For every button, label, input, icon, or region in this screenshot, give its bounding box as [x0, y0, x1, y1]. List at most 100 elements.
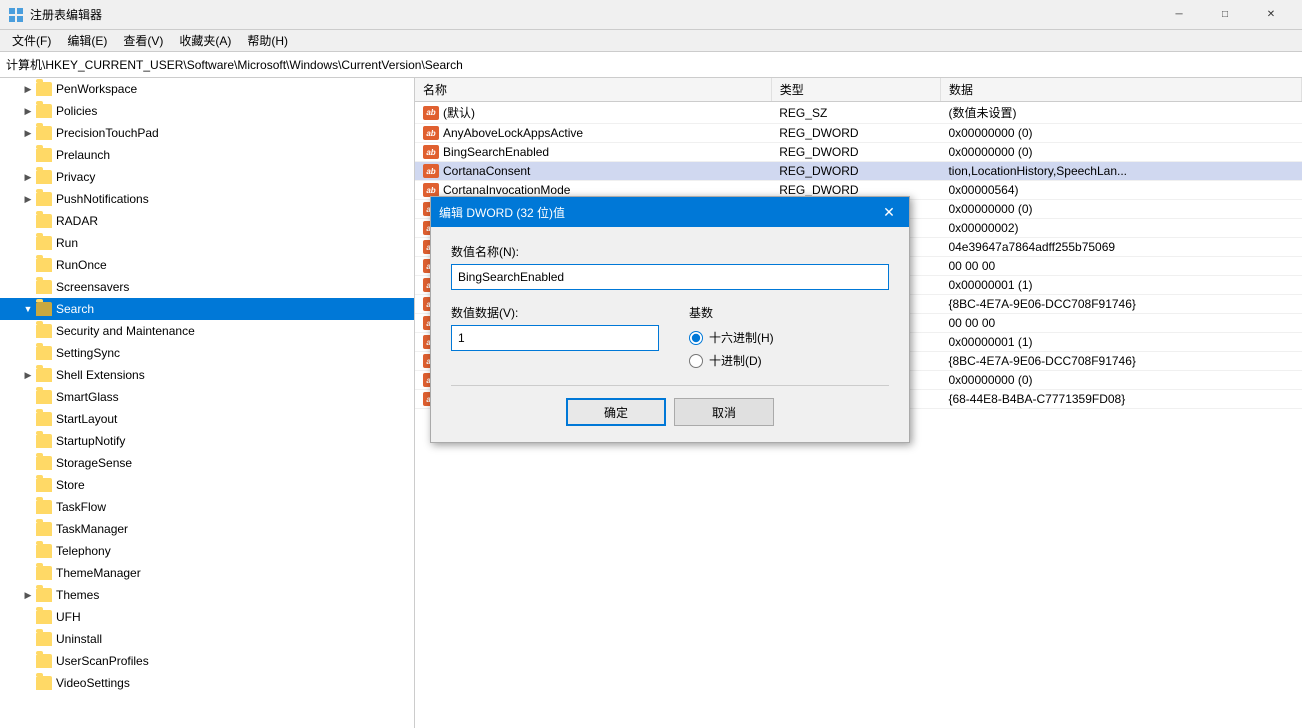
- menu-edit[interactable]: 编辑(E): [59, 30, 115, 51]
- expand-arrow: ▶: [20, 103, 36, 119]
- tree-item-taskflow[interactable]: TaskFlow: [0, 496, 414, 518]
- dialog-titlebar: 编辑 DWORD (32 位)值 ✕: [431, 197, 909, 227]
- tree-label: PushNotifications: [56, 192, 149, 206]
- folder-icon: [36, 368, 52, 382]
- tree-item-screensavers[interactable]: Screensavers: [0, 276, 414, 298]
- tree-item-ufh[interactable]: UFH: [0, 606, 414, 628]
- tree-label: StartLayout: [56, 412, 117, 426]
- tree-item-settingsync[interactable]: SettingSync: [0, 342, 414, 364]
- maximize-button[interactable]: □: [1202, 0, 1248, 30]
- tree-item-startlayout[interactable]: StartLayout: [0, 408, 414, 430]
- tree-item-privacy[interactable]: ▶ Privacy: [0, 166, 414, 188]
- radio-hex-input[interactable]: [689, 331, 703, 345]
- dialog-title: 编辑 DWORD (32 位)值: [439, 204, 877, 221]
- name-input[interactable]: [451, 264, 889, 290]
- dialog-body: 数值名称(N): 数值数据(V): 基数 十六进制(H) 十进制(D): [431, 227, 909, 385]
- folder-icon: [36, 280, 52, 294]
- tree-item-startupnotify[interactable]: StartupNotify: [0, 430, 414, 452]
- close-button[interactable]: ✕: [1248, 0, 1294, 30]
- cancel-button[interactable]: 取消: [674, 398, 774, 426]
- folder-icon: [36, 654, 52, 668]
- tree-label: RunOnce: [56, 258, 107, 272]
- value-input[interactable]: [451, 325, 659, 351]
- menu-view[interactable]: 查看(V): [115, 30, 171, 51]
- tree-item-thememanager[interactable]: ThemeManager: [0, 562, 414, 584]
- tree-item-videosettings[interactable]: VideoSettings: [0, 672, 414, 694]
- tree-label: Policies: [56, 104, 97, 118]
- tree-label: StorageSense: [56, 456, 132, 470]
- folder-icon: [36, 302, 52, 316]
- tree-item-policies[interactable]: ▶ Policies: [0, 100, 414, 122]
- tree-label: Uninstall: [56, 632, 102, 646]
- menu-favorites[interactable]: 收藏夹(A): [171, 30, 239, 51]
- folder-icon: [36, 478, 52, 492]
- tree-item-store[interactable]: Store: [0, 474, 414, 496]
- tree-label: Run: [56, 236, 78, 250]
- table-row[interactable]: ab(默认) REG_SZ (数值未设置): [415, 102, 1302, 124]
- tree-label: TaskFlow: [56, 500, 106, 514]
- tree-item-runonce[interactable]: RunOnce: [0, 254, 414, 276]
- folder-icon: [36, 412, 52, 426]
- window-controls: ─ □ ✕: [1156, 0, 1294, 30]
- tree-label: Themes: [56, 588, 99, 602]
- table-row[interactable]: abBingSearchEnabled REG_DWORD 0x00000000…: [415, 143, 1302, 162]
- folder-icon: [36, 170, 52, 184]
- radio-hex[interactable]: 十六进制(H): [689, 329, 889, 346]
- folder-icon: [36, 126, 52, 140]
- tree-item-prelaunch[interactable]: Prelaunch: [0, 144, 414, 166]
- ok-button[interactable]: 确定: [566, 398, 666, 426]
- table-row[interactable]: abAnyAboveLockAppsActive REG_DWORD 0x000…: [415, 124, 1302, 143]
- tree-label: VideoSettings: [56, 676, 130, 690]
- tree-item-userscanprofiles[interactable]: UserScanProfiles: [0, 650, 414, 672]
- tree-item-telephony[interactable]: Telephony: [0, 540, 414, 562]
- tree-label: PenWorkspace: [56, 82, 137, 96]
- tree-item-taskmanager[interactable]: TaskManager: [0, 518, 414, 540]
- radio-dec[interactable]: 十进制(D): [689, 352, 889, 369]
- menu-help[interactable]: 帮助(H): [239, 30, 296, 51]
- tree-item-pushnotifications[interactable]: ▶ PushNotifications: [0, 188, 414, 210]
- expand-arrow: ▶: [20, 191, 36, 207]
- expand-arrow: ▶: [20, 367, 36, 383]
- radio-dec-label: 十进制(D): [709, 352, 762, 369]
- tree-label: RADAR: [56, 214, 98, 228]
- breadcrumb: 计算机\HKEY_CURRENT_USER\Software\Microsoft…: [0, 52, 1302, 78]
- radio-dec-input[interactable]: [689, 354, 703, 368]
- dialog-close-button[interactable]: ✕: [877, 200, 901, 224]
- folder-icon: [36, 456, 52, 470]
- col-header-data: 数据: [940, 78, 1301, 102]
- tree-item-uninstall[interactable]: Uninstall: [0, 628, 414, 650]
- tree-item-search[interactable]: ▼ Search: [0, 298, 414, 320]
- name-field-label: 数值名称(N):: [451, 243, 889, 260]
- base-section: 基数 十六进制(H) 十进制(D): [689, 304, 889, 369]
- value-section: 数值数据(V):: [451, 304, 659, 369]
- folder-icon: [36, 390, 52, 404]
- tree-item-security[interactable]: Security and Maintenance: [0, 320, 414, 342]
- tree-item-shellextensions[interactable]: ▶ Shell Extensions: [0, 364, 414, 386]
- tree-item-penworkspace[interactable]: ▶ PenWorkspace: [0, 78, 414, 100]
- folder-icon: [36, 236, 52, 250]
- titlebar: 注册表编辑器 ─ □ ✕: [0, 0, 1302, 30]
- tree-label: Screensavers: [56, 280, 129, 294]
- expand-arrow: ▶: [20, 587, 36, 603]
- menu-file[interactable]: 文件(F): [4, 30, 59, 51]
- tree-label: Prelaunch: [56, 148, 110, 162]
- tree-label: SmartGlass: [56, 390, 119, 404]
- folder-icon: [36, 104, 52, 118]
- tree-item-run[interactable]: Run: [0, 232, 414, 254]
- tree-label: Security and Maintenance: [56, 324, 195, 338]
- tree-item-smartglass[interactable]: SmartGlass: [0, 386, 414, 408]
- folder-icon: [36, 566, 52, 580]
- tree-label: ThemeManager: [56, 566, 141, 580]
- col-header-type: 类型: [771, 78, 940, 102]
- table-row[interactable]: abCortanaConsent REG_DWORD tion,Location…: [415, 162, 1302, 181]
- value-field-label: 数值数据(V):: [451, 304, 659, 321]
- app-icon: [8, 7, 24, 23]
- tree-item-radar[interactable]: RADAR: [0, 210, 414, 232]
- tree-item-storagesense[interactable]: StorageSense: [0, 452, 414, 474]
- tree-item-themes[interactable]: ▶ Themes: [0, 584, 414, 606]
- folder-icon: [36, 346, 52, 360]
- tree-label: Store: [56, 478, 85, 492]
- tree-item-precisiontouchpad[interactable]: ▶ PrecisionTouchPad: [0, 122, 414, 144]
- minimize-button[interactable]: ─: [1156, 0, 1202, 30]
- tree-panel: ▶ PenWorkspace ▶ Policies ▶ PrecisionTou…: [0, 78, 415, 728]
